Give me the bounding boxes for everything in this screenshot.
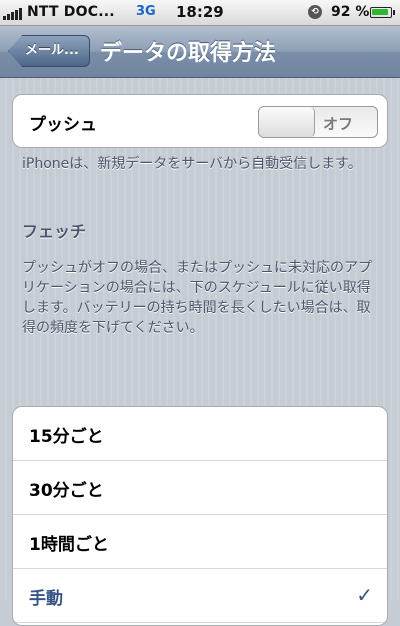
push-toggle[interactable]: オフ (258, 106, 378, 138)
battery-icon (370, 7, 395, 18)
toggle-knob[interactable] (259, 107, 315, 137)
settings-content[interactable]: プッシュ オフ iPhoneは、新規データをサーバから自動受信します。 フェッチ… (0, 78, 400, 626)
fetch-option-label: 1時間ごと (29, 535, 109, 555)
fetch-option-label: 15分ごと (29, 427, 104, 447)
push-group: プッシュ オフ (12, 94, 388, 148)
fetch-section-title: フェッチ (22, 222, 87, 241)
orientation-lock-icon: ⟲ (308, 5, 322, 19)
fetch-option-15min[interactable]: 15分ごと (13, 407, 387, 461)
signal-icon (3, 6, 22, 20)
status-bar: NTT DOC... 3G 18:29 ⟲ 92 % (0, 0, 400, 26)
fetch-option-30min[interactable]: 30分ごと (13, 461, 387, 515)
push-label: プッシュ (29, 115, 97, 135)
checkmark-icon: ✓ (356, 583, 373, 607)
battery-percent: 92 % (331, 4, 370, 20)
fetch-description: プッシュがオフの場合、またはプッシュに未対応のアプリケーションの場合には、下のス… (22, 260, 372, 336)
carrier-name: NTT DOC... (27, 4, 115, 20)
battery-level-fill (372, 9, 388, 15)
back-button[interactable]: メール... (8, 35, 90, 67)
push-description: iPhoneは、新規データをサーバから自動受信します。 (22, 156, 362, 172)
toggle-state-label: オフ (323, 115, 354, 133)
page-title: データの取得方法 (100, 41, 277, 66)
network-type: 3G (136, 4, 156, 19)
status-time: 18:29 (176, 3, 224, 21)
fetch-option-manual[interactable]: 手動 ✓ (13, 569, 387, 623)
navigation-bar: メール... データの取得方法 (0, 26, 400, 78)
fetch-option-label: 手動 (29, 589, 63, 609)
fetch-option-label: 30分ごと (29, 481, 104, 501)
fetch-options-group: 15分ごと 30分ごと 1時間ごと 手動 ✓ (12, 406, 388, 626)
fetch-option-1hour[interactable]: 1時間ごと (13, 515, 387, 569)
